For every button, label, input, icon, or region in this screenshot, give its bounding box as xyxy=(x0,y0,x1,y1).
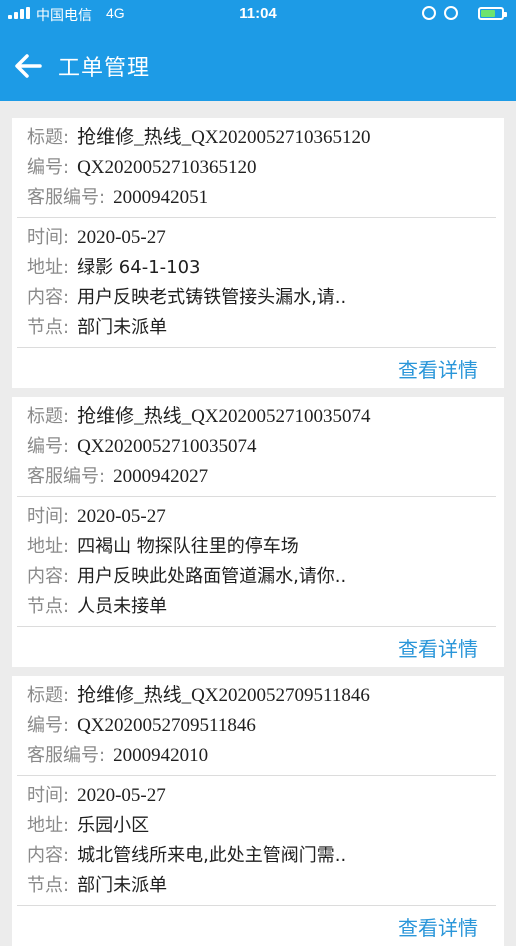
divider xyxy=(17,626,496,627)
ticket-number-row: 编号: QX2020052709511846 xyxy=(27,711,256,741)
status-bar: 中国电信 4G 11:04 xyxy=(0,0,516,28)
view-details-button[interactable]: 查看详情 xyxy=(398,354,478,383)
cs-number-label: 客服编号: xyxy=(27,745,106,766)
node-row: 节点: 部门未派单 xyxy=(27,313,167,343)
address-row: 地址: 绿影 64-1-103 xyxy=(27,253,201,283)
cs-number-row: 客服编号: 2000942051 xyxy=(27,183,208,213)
node-row: 节点: 部门未派单 xyxy=(27,871,167,901)
ticket-number-row: 编号: QX2020052710035074 xyxy=(27,432,257,462)
title-value: 抢维修_热线_QX2020052710365120 xyxy=(77,127,371,148)
time-label: 时间: xyxy=(27,227,70,248)
ticket-card: 标题: 抢维修_热线_QX2020052710365120 编号: QX202005… xyxy=(12,118,504,388)
address-row: 地址: 乐园小区 xyxy=(27,811,149,841)
number-value: QX2020052709511846 xyxy=(77,715,256,736)
address-label: 地址: xyxy=(27,815,70,836)
battery-icon xyxy=(478,7,507,20)
address-label: 地址: xyxy=(27,536,70,557)
address-value: 乐园小区 xyxy=(77,815,150,836)
number-label: 编号: xyxy=(27,715,70,736)
cs-number-value: 2000942051 xyxy=(113,187,209,208)
title-label: 标题: xyxy=(27,406,70,427)
content-value: 用户反映老式铸铁管接头漏水,请.. xyxy=(77,287,347,308)
number-label: 编号: xyxy=(27,157,70,178)
title-value: 抢维修_热线_QX2020052710035074 xyxy=(77,406,371,427)
content-label: 内容: xyxy=(27,845,70,866)
node-value: 部门未派单 xyxy=(77,875,168,896)
divider xyxy=(17,775,496,776)
time-row: 时间: 2020-05-27 xyxy=(27,502,166,532)
ticket-card: 标题: 抢维修_热线_QX2020052710035074 编号: QX202005… xyxy=(12,397,504,667)
time-value: 2020-05-27 xyxy=(77,785,166,806)
orientation-lock-icon xyxy=(422,6,436,20)
number-value: QX2020052710365120 xyxy=(77,157,257,178)
content-row: 内容: 用户反映老式铸铁管接头漏水,请.. xyxy=(27,283,346,313)
cs-number-label: 客服编号: xyxy=(27,466,106,487)
view-details-button[interactable]: 查看详情 xyxy=(398,633,478,662)
node-value: 部门未派单 xyxy=(77,317,168,338)
cs-number-label: 客服编号: xyxy=(27,187,106,208)
page-title: 工单管理 xyxy=(58,56,151,81)
address-label: 地址: xyxy=(27,257,70,278)
title-value: 抢维修_热线_QX2020052709511846 xyxy=(77,685,370,706)
ticket-number-row: 编号: QX2020052710365120 xyxy=(27,153,257,183)
cs-number-row: 客服编号: 2000942027 xyxy=(27,462,208,492)
content-row: 内容: 用户反映此处路面管道漏水,请你.. xyxy=(27,562,346,592)
divider xyxy=(17,905,496,906)
node-label: 节点: xyxy=(27,875,70,896)
content-label: 内容: xyxy=(27,566,70,587)
content-value: 用户反映此处路面管道漏水,请你.. xyxy=(77,566,347,587)
time-label: 时间: xyxy=(27,506,70,527)
ticket-title-row: 标题: 抢维修_热线_QX2020052710365120 xyxy=(27,123,371,153)
ticket-title-row: 标题: 抢维修_热线_QX2020052710035074 xyxy=(27,402,371,432)
alarm-icon xyxy=(444,6,458,20)
back-arrow-icon[interactable] xyxy=(12,50,44,82)
cs-number-value: 2000942010 xyxy=(113,745,209,766)
cs-number-row: 客服编号: 2000942010 xyxy=(27,741,208,771)
time-row: 时间: 2020-05-27 xyxy=(27,781,166,811)
status-icons xyxy=(420,5,508,23)
view-details-button[interactable]: 查看详情 xyxy=(398,912,478,941)
time-value: 2020-05-27 xyxy=(77,227,166,248)
address-value: 绿影 64-1-103 xyxy=(77,257,201,278)
number-label: 编号: xyxy=(27,436,70,457)
title-label: 标题: xyxy=(27,127,70,148)
node-label: 节点: xyxy=(27,596,70,617)
divider xyxy=(17,347,496,348)
ticket-card: 标题: 抢维修_热线_QX2020052709511846 编号: QX202005… xyxy=(12,676,504,946)
number-value: QX2020052710035074 xyxy=(77,436,257,457)
address-value: 四褐山 物探队往里的停车场 xyxy=(77,536,299,557)
time-label: 时间: xyxy=(27,785,70,806)
divider xyxy=(17,217,496,218)
node-label: 节点: xyxy=(27,317,70,338)
ticket-title-row: 标题: 抢维修_热线_QX2020052709511846 xyxy=(27,681,370,711)
top-bar: 中国电信 4G 11:04 工单管理 xyxy=(0,0,516,101)
app-header: 工单管理 xyxy=(0,28,516,101)
content-value: 城北管线所来电,此处主管阀门需.. xyxy=(77,845,347,866)
time-row: 时间: 2020-05-27 xyxy=(27,223,166,253)
content-label: 内容: xyxy=(27,287,70,308)
divider xyxy=(17,496,496,497)
cs-number-value: 2000942027 xyxy=(113,466,209,487)
node-value: 人员未接单 xyxy=(77,596,168,617)
title-label: 标题: xyxy=(27,685,70,706)
content-row: 内容: 城北管线所来电,此处主管阀门需.. xyxy=(27,841,346,871)
time-value: 2020-05-27 xyxy=(77,506,166,527)
address-row: 地址: 四褐山 物探队往里的停车场 xyxy=(27,532,299,562)
node-row: 节点: 人员未接单 xyxy=(27,592,167,622)
